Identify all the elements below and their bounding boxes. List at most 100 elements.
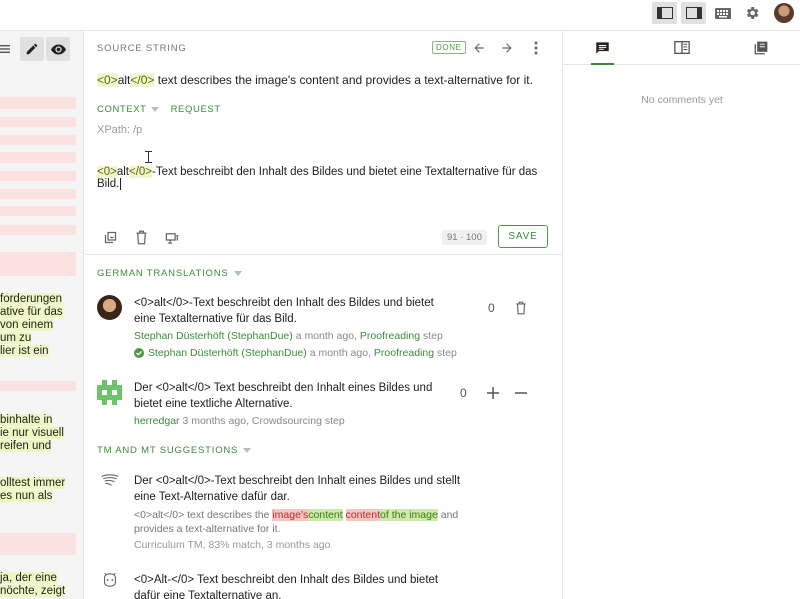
preview-eye-icon[interactable] xyxy=(46,37,70,61)
avatar xyxy=(97,380,122,405)
status-badge: DONE xyxy=(432,41,466,54)
step-suffix: step xyxy=(420,330,443,342)
placeholder-bar xyxy=(0,533,76,555)
right-panel-tabs xyxy=(563,31,800,65)
tm-header-label: TM AND MT SUGGESTIONS xyxy=(97,445,239,456)
request-button[interactable]: REQUEST xyxy=(171,104,221,115)
preview-text-line: ative für das xyxy=(0,306,63,318)
source-string-header: SOURCE STRING xyxy=(97,43,187,54)
step-link[interactable]: Proofreading xyxy=(360,330,420,342)
tm-suggestions-header[interactable]: TM AND MT SUGGESTIONS xyxy=(97,445,252,456)
keyboard-icon[interactable] xyxy=(710,2,735,24)
tab-history[interactable] xyxy=(722,31,800,64)
context-toggle[interactable]: CONTEXT xyxy=(97,104,159,115)
diff-inserted: content xyxy=(308,509,343,521)
preview-text-line: von einem xyxy=(0,319,54,331)
comments-panel: No comments yet xyxy=(562,31,800,599)
diff-inserted: of the image xyxy=(380,509,438,521)
tag-word: alt xyxy=(117,73,131,87)
approver-link[interactable]: Stephan Düsterhöft (StephanDue) xyxy=(148,347,307,359)
transliterate-icon[interactable] xyxy=(163,228,181,246)
translation-text[interactable]: <0>alt</0>-Text beschreibt den Inhalt de… xyxy=(97,166,562,190)
delete-icon[interactable] xyxy=(513,300,529,316)
tab-glossary[interactable] xyxy=(642,31,721,64)
preview-text-line: reifen und xyxy=(0,440,52,452)
translation-author-meta: Stephan Düsterhöft (StephanDue) a month … xyxy=(134,330,443,342)
comments-icon xyxy=(596,41,609,54)
gear-icon[interactable] xyxy=(739,2,764,24)
sidebar-right-icon[interactable] xyxy=(681,2,706,24)
preview-text-line: es nun als xyxy=(0,490,53,502)
context-label: CONTEXT xyxy=(97,104,147,115)
timestamp: a month ago, xyxy=(306,347,374,359)
history-icon xyxy=(754,41,768,54)
translation-text-rest: -Text beschreibt den Inhalt des Bildes u… xyxy=(97,166,538,190)
arrow-left-icon[interactable] xyxy=(470,39,488,57)
preview-text-line: ie nur visuell xyxy=(0,427,64,439)
placeholder-bar xyxy=(0,171,76,181)
translation-author-meta: herredgar 3 months ago, Crowdsourcing st… xyxy=(134,415,345,427)
timestamp: 3 months ago, Crowdsourcing step xyxy=(179,415,345,427)
preview-text-line: forderungen xyxy=(0,293,63,305)
editor-toolbar xyxy=(101,228,181,246)
placeholder-bar xyxy=(0,381,76,391)
approved-check-icon xyxy=(134,348,144,358)
tag-open: <0> xyxy=(97,166,117,178)
menu-icon[interactable] xyxy=(0,37,12,61)
source-text-rest: text describes the image's content and p… xyxy=(154,73,533,87)
approval-meta: Stephan Düsterhöft (StephanDue) a month … xyxy=(134,347,457,359)
preview-toolbar xyxy=(0,35,83,63)
top-bar xyxy=(0,0,800,31)
suggestion-text: Der <0>alt</0>-Text beschreibt den Inhal… xyxy=(134,475,461,503)
placeholder-bar xyxy=(0,252,76,276)
placeholder-bar xyxy=(0,225,76,235)
preview-text-line: binhalte in xyxy=(0,414,53,426)
translations-header-label: GERMAN TRANSLATIONS xyxy=(97,268,229,279)
more-vertical-icon[interactable] xyxy=(527,39,545,57)
xpath-context: XPath: /p xyxy=(97,124,143,136)
translation-memory-icon xyxy=(99,472,121,490)
glossary-icon xyxy=(674,41,690,54)
preview-text-line: ja, der eine xyxy=(0,572,57,584)
author-link[interactable]: herredgar xyxy=(134,415,180,427)
suggestion-text: <0>Alt-</0> Text beschreibt den Inhalt d… xyxy=(134,574,439,599)
preview-text-line: nöchte, zeigt xyxy=(0,585,66,597)
suggestion-source-diff: <0>alt</0> text describes the image'scon… xyxy=(134,508,464,536)
sidebar-left-icon[interactable] xyxy=(652,2,677,24)
arrow-right-icon[interactable] xyxy=(498,39,516,57)
timestamp: a month ago, xyxy=(292,330,360,342)
text-cursor xyxy=(120,178,122,190)
tag-close: </0> xyxy=(130,73,155,87)
clear-translation-icon[interactable] xyxy=(132,228,150,246)
diff-text: <0>alt</0> text describes the xyxy=(134,509,273,521)
save-button[interactable]: SAVE xyxy=(498,225,548,248)
vote-down-minus-icon[interactable] xyxy=(513,385,529,401)
preview-text-line: olltest immer xyxy=(0,477,66,489)
placeholder-bar xyxy=(0,206,76,216)
step-link[interactable]: Proofreading xyxy=(374,347,434,359)
context-row: CONTEXT REQUEST xyxy=(97,104,221,115)
placeholder-bar xyxy=(0,117,76,127)
translation-text: Der <0>alt</0> Text beschreibt den Inhal… xyxy=(134,382,433,410)
placeholder-bar xyxy=(0,135,76,145)
tag-word: alt xyxy=(116,166,129,178)
diff-deleted: content xyxy=(345,509,381,521)
suggestion-source-meta: Curriculum TM, 83% match, 3 months ago xyxy=(134,539,331,551)
user-avatar[interactable] xyxy=(774,3,794,23)
translations-header[interactable]: GERMAN TRANSLATIONS xyxy=(97,268,242,279)
diff-deleted: image's xyxy=(272,509,309,521)
placeholder-bar xyxy=(0,189,76,199)
edit-mode-pencil-icon[interactable] xyxy=(20,37,44,61)
source-preview-strip: forderungen ative für das von einem um z… xyxy=(0,31,84,599)
caret-down-icon xyxy=(233,271,242,276)
placeholder-bar xyxy=(0,152,76,163)
mouse-cursor-icon xyxy=(145,151,152,166)
author-link[interactable]: Stephan Düsterhöft (StephanDue) xyxy=(134,330,293,342)
machine-translation-icon xyxy=(99,571,121,589)
translation-text: <0>alt</0>-Text beschreibt den Inhalt de… xyxy=(134,297,434,325)
tag-close: </0> xyxy=(128,166,153,178)
caret-down-icon xyxy=(150,107,159,112)
copy-source-icon[interactable] xyxy=(101,228,119,246)
tab-comments[interactable] xyxy=(563,31,642,65)
vote-up-plus-icon[interactable] xyxy=(485,385,501,401)
